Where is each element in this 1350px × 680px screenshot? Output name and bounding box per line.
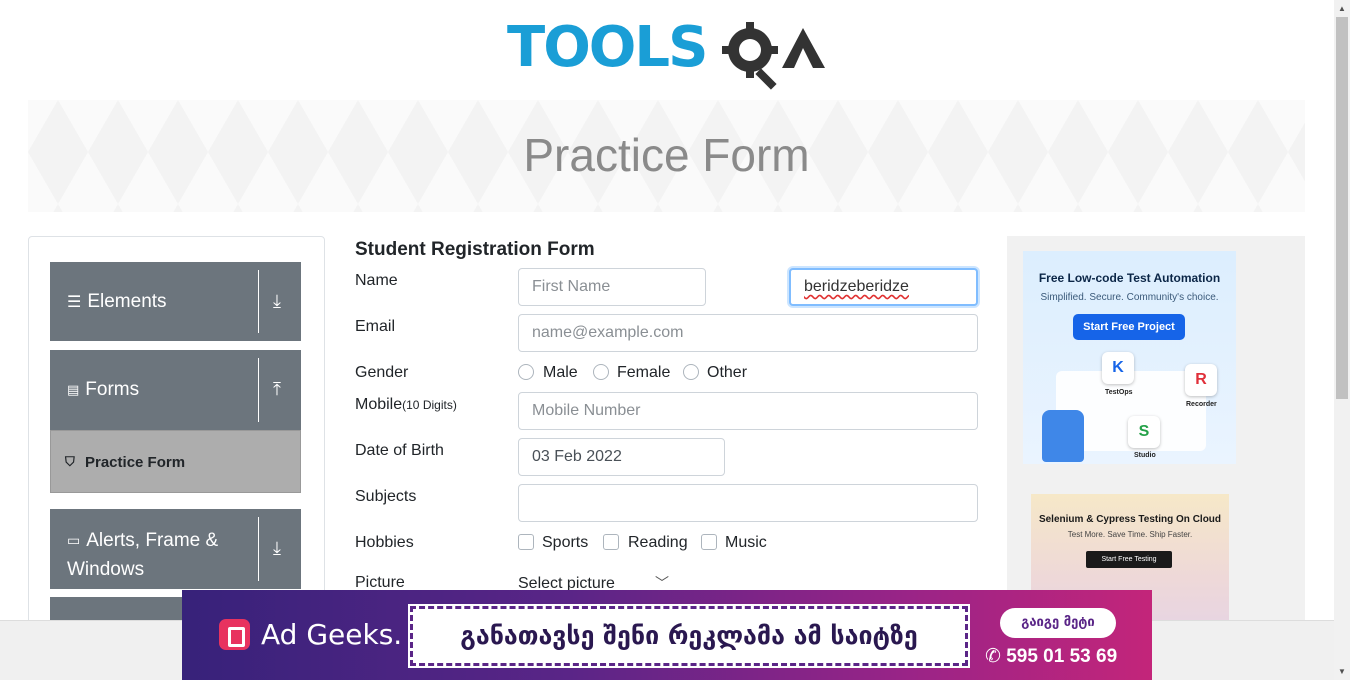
studio-icon: S (1128, 416, 1160, 448)
adgeeks-brand: Ad Geeks. (261, 618, 403, 651)
name-label: Name (355, 272, 398, 289)
download-arrow-icon: ⤓ (273, 538, 281, 558)
mobile-label: Mobile(10 Digits) (355, 396, 457, 413)
gender-female-label[interactable]: Female (617, 364, 670, 382)
mobile-input[interactable]: Mobile Number (518, 392, 978, 430)
page-banner: Practice Form (28, 100, 1305, 212)
ad-title: Selenium & Cypress Testing On Cloud (1038, 514, 1222, 525)
gender-label: Gender (355, 364, 409, 381)
tile-label: TestOps (1105, 389, 1133, 396)
adgeeks-phone[interactable]: ✆ 595 01 53 69 (985, 645, 1117, 668)
ad-start-free-testing-button[interactable]: Start Free Testing (1086, 551, 1172, 568)
last-name-value: beridzeberidze (804, 278, 909, 295)
divider (258, 517, 259, 581)
upload-arrow-icon: ⤒ (273, 379, 281, 399)
email-label: Email (355, 318, 396, 335)
divider (258, 358, 259, 422)
gender-other-radio[interactable] (683, 364, 699, 380)
first-name-input[interactable]: First Name (518, 268, 706, 306)
download-arrow-icon: ⤓ (273, 291, 281, 311)
hobby-sports-label[interactable]: Sports (542, 534, 588, 552)
subjects-input[interactable] (518, 484, 978, 522)
hobby-music-label[interactable]: Music (725, 534, 767, 552)
document-icon: ▤ (67, 381, 80, 397)
gender-male-radio[interactable] (518, 364, 534, 380)
html5-icon: ⛉ (65, 454, 75, 469)
tile-label: Recorder (1186, 401, 1217, 408)
ad-subtitle: Simplified. Secure. Community's choice. (1040, 292, 1219, 303)
mobile-hint: (10 Digits) (402, 398, 457, 412)
divider (258, 270, 259, 333)
sidebar-group-label: Elements (87, 291, 167, 312)
gender-male-label[interactable]: Male (543, 364, 578, 382)
subjects-label: Subjects (355, 488, 417, 505)
hobbies-label: Hobbies (355, 534, 414, 551)
testops-icon: K (1102, 352, 1134, 384)
scrollbar-thumb[interactable] (1336, 17, 1348, 399)
sidebar: ☰ Elements ⤓ ▤ Forms ⤒ ⛉ Practice Form ▭ Al… (28, 236, 325, 636)
gender-female-radio[interactable] (593, 364, 609, 380)
logo-graphic: TOOLS (507, 15, 825, 90)
hobby-reading-label[interactable]: Reading (628, 534, 688, 552)
form-title: Student Registration Form (355, 239, 595, 260)
toolsqa-logo[interactable]: TOOLS (507, 15, 832, 90)
sidebar-group-elements[interactable]: ☰ Elements ⤓ (50, 262, 301, 341)
sidebar-group-label: Forms (85, 379, 140, 400)
phone-icon: ✆ (985, 646, 1001, 667)
scroll-up-arrow-icon[interactable]: ▲ (1334, 0, 1350, 17)
adgeeks-logo-icon (219, 619, 250, 650)
menu-icon: ☰ (67, 293, 82, 311)
sidebar-group-label: Alerts, Frame & (86, 530, 219, 551)
svg-text:TOOLS: TOOLS (507, 16, 706, 80)
email-input[interactable]: name@example.com (518, 314, 978, 352)
window-icon: ▭ (67, 532, 81, 549)
adgeeks-banner[interactable]: Ad Geeks. განათავსე შენი რეკლამა ამ საიტ… (182, 590, 1152, 680)
recorder-icon: R (1185, 364, 1217, 396)
dob-label: Date of Birth (355, 442, 444, 459)
sidebar-group-alerts[interactable]: ▭ Alerts, Frame & Windows ⤓ (50, 509, 301, 589)
hobby-music-checkbox[interactable] (701, 534, 717, 550)
scroll-down-arrow-icon[interactable]: ▼ (1334, 663, 1350, 680)
last-name-input[interactable]: beridzeberidze (789, 268, 978, 306)
sidebar-group-label-line2: Windows (67, 559, 145, 581)
dob-input[interactable]: 03 Feb 2022 (518, 438, 725, 476)
hobby-reading-checkbox[interactable] (603, 534, 619, 550)
robot-arm-icon (1042, 410, 1084, 462)
ad-title: Free Low-code Test Automation (1038, 271, 1221, 285)
tile-label: Studio (1134, 452, 1156, 459)
ad-subtitle: Test More. Save Time. Ship Faster. (1067, 530, 1193, 539)
sidebar-item-practice-form[interactable]: ⛉ Practice Form (50, 430, 301, 493)
adgeeks-learn-more-button[interactable]: გაიგე მეტი (1000, 608, 1116, 638)
hobby-sports-checkbox[interactable] (518, 534, 534, 550)
ad-start-free-project-button[interactable]: Start Free Project (1073, 314, 1185, 340)
sidebar-group-forms[interactable]: ▤ Forms ⤒ (50, 350, 301, 430)
adgeeks-message: განათავსე შენი რეკლამა ამ საიტზე (408, 604, 970, 668)
sidebar-item-label: Practice Form (85, 454, 186, 471)
gender-other-label[interactable]: Other (707, 364, 747, 382)
page-title: Practice Form (523, 129, 810, 181)
